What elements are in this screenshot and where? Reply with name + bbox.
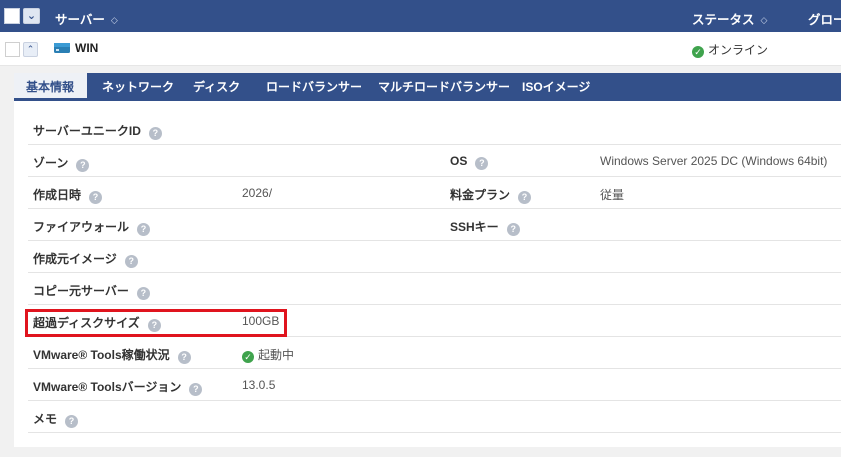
tab-network[interactable]: ネットワーク: [90, 73, 186, 101]
redacted-area: [235, 218, 276, 235]
source-image-label-text: 作成元イメージ: [33, 252, 117, 266]
tab-disk[interactable]: ディスク: [181, 73, 252, 101]
tab-multi-load-balancer[interactable]: マルチロードバランサー: [366, 73, 522, 101]
help-icon[interactable]: ?: [124, 255, 138, 268]
os-label: OS?: [450, 154, 489, 170]
help-icon[interactable]: ?: [137, 223, 151, 236]
zone-label: ゾーン?: [33, 154, 90, 172]
check-circle-icon: ✓: [242, 351, 254, 363]
collapse-row-button[interactable]: ⌃: [23, 42, 38, 57]
server-status-label: オンライン: [708, 43, 769, 57]
info-row-memo: メモ?: [28, 401, 841, 433]
plan-value: 従量: [600, 188, 625, 202]
help-icon[interactable]: ?: [89, 191, 103, 204]
vmware-status-label-text: VMware® Tools稼働状況: [33, 348, 170, 362]
firewall-label-text: ファイアウォール: [33, 220, 130, 234]
column-header-server-label: サーバー: [55, 13, 105, 27]
help-icon[interactable]: ?: [148, 127, 162, 140]
sort-icon[interactable]: ◇: [111, 15, 118, 26]
firewall-label: ファイアウォール?: [33, 218, 151, 236]
help-icon[interactable]: ?: [506, 223, 520, 236]
help-icon[interactable]: ?: [76, 159, 90, 172]
memo-label: メモ?: [33, 410, 79, 428]
info-row-vmware-version: VMware® Toolsバージョン? 13.0.5: [28, 369, 841, 401]
select-all-checkbox[interactable]: [4, 8, 20, 24]
row-checkbox[interactable]: [5, 42, 20, 57]
created-label-text: 作成日時: [33, 188, 82, 202]
copy-source-label-text: コピー元サーバー: [33, 284, 129, 298]
server-row[interactable]: ⌃ WIN ✓ オンライン: [0, 32, 841, 66]
unique-id-label-text: サーバーユニークID: [33, 124, 141, 138]
os-value: Windows Server 2025 DC (Windows 64bit): [600, 154, 828, 168]
source-image-label: 作成元イメージ?: [33, 250, 138, 268]
info-row-unique-id: サーバーユニークID?: [28, 113, 841, 145]
info-row-created: 作成日時? 2026/ 料金プラン? 従量: [28, 177, 841, 209]
column-header-server[interactable]: サーバー ◇: [55, 9, 118, 28]
help-icon[interactable]: ?: [177, 351, 191, 364]
created-label: 作成日時?: [33, 186, 103, 204]
column-header-global[interactable]: グロー: [808, 9, 841, 28]
os-label-text: OS: [450, 154, 468, 168]
vmware-version-label: VMware® Toolsバージョン?: [33, 378, 203, 396]
ssh-label-text: SSHキー: [450, 220, 499, 234]
vmware-status-label: VMware® Tools稼働状況?: [33, 346, 191, 364]
sort-icon[interactable]: ◇: [761, 15, 768, 26]
plan-label: 料金プラン?: [450, 186, 532, 204]
help-icon[interactable]: ?: [518, 191, 532, 204]
info-row-vmware-status: VMware® Tools稼働状況? ✓ 起動中: [28, 337, 841, 369]
vmware-version-label-text: VMware® Toolsバージョン: [33, 380, 182, 394]
column-header-status-label: ステータス: [692, 13, 755, 27]
info-row-copy-source: コピー元サーバー?: [28, 273, 841, 305]
help-icon[interactable]: ?: [136, 287, 150, 300]
collapse-all-button[interactable]: ⌄: [23, 8, 40, 24]
vmware-status-value: ✓ 起動中: [242, 346, 294, 363]
vmware-version-value: 13.0.5: [242, 378, 276, 392]
check-circle-icon: ✓: [692, 46, 704, 58]
server-icon: [54, 43, 70, 53]
detail-tab-bar: 基本情報 ネットワーク ディスク ロードバランサー マルチロードバランサー IS…: [14, 73, 841, 101]
basic-info-table: サーバーユニークID? ゾーン? OS? Windows Server 2025…: [14, 101, 841, 447]
copy-source-label: コピー元サーバー?: [33, 282, 150, 300]
help-icon[interactable]: ?: [475, 157, 489, 170]
zone-label-text: ゾーン: [33, 156, 69, 170]
column-header-status[interactable]: ステータス ◇: [692, 9, 767, 28]
help-icon[interactable]: ?: [189, 383, 203, 396]
info-row-firewall: ファイアウォール? SSHキー?: [28, 209, 841, 241]
tab-load-balancer[interactable]: ロードバランサー: [254, 73, 374, 101]
memo-label-text: メモ: [33, 412, 58, 426]
unique-id-label: サーバーユニークID?: [33, 122, 162, 140]
vmware-status-text: 起動中: [258, 348, 295, 362]
tab-iso-image[interactable]: ISOイメージ: [510, 73, 602, 101]
plan-label-text: 料金プラン: [450, 188, 511, 202]
redacted-area: [231, 153, 309, 170]
redacted-area: [276, 185, 370, 202]
tab-basic-info[interactable]: 基本情報: [14, 73, 87, 101]
server-status: ✓ オンライン: [692, 41, 768, 58]
help-icon[interactable]: ?: [65, 415, 79, 428]
server-name[interactable]: WIN: [75, 41, 98, 55]
ssh-label: SSHキー?: [450, 218, 520, 236]
redacted-area: [234, 121, 310, 138]
created-value: 2026/: [242, 186, 273, 200]
info-row-source-image: 作成元イメージ?: [28, 241, 841, 273]
info-row-zone: ゾーン? OS? Windows Server 2025 DC (Windows…: [28, 145, 841, 177]
highlight-box: [25, 309, 287, 337]
column-header-global-label: グロー: [808, 13, 841, 27]
server-list-header: ⌄ サーバー ◇ ステータス ◇ グロー: [0, 0, 841, 32]
